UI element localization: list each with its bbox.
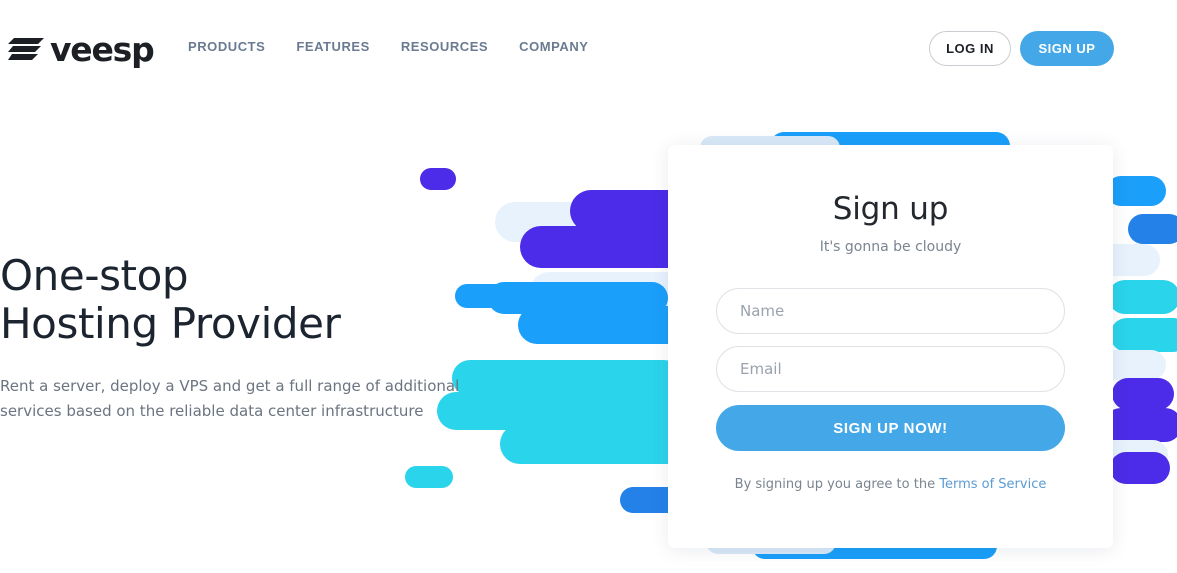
cloud-pill-shape	[1104, 408, 1177, 442]
cloud-pill-shape	[420, 168, 456, 190]
name-input[interactable]	[716, 288, 1065, 334]
site-logo[interactable]: veesp	[8, 29, 155, 69]
cloud-pill-shape	[405, 466, 453, 488]
sign-up-button[interactable]: SIGN UP	[1020, 31, 1114, 66]
cloud-pill-shape	[1108, 280, 1177, 314]
email-input[interactable]	[716, 346, 1065, 392]
cloud-pill-shape	[1128, 214, 1177, 244]
terms-of-service-link[interactable]: Terms of Service	[939, 477, 1046, 492]
nav-item-company[interactable]: COMPANY	[519, 39, 588, 54]
nav-item-products[interactable]: PRODUCTS	[188, 39, 265, 54]
terms-prefix-text: By signing up you agree to the	[734, 477, 940, 492]
log-in-button[interactable]: LOG IN	[929, 31, 1011, 66]
header-actions: LOG IN SIGN UP	[929, 31, 1114, 66]
terms-notice: By signing up you agree to the Terms of …	[716, 477, 1065, 492]
sign-up-card: Sign up It's gonna be cloudy SIGN UP NOW…	[668, 145, 1113, 548]
cloud-pill-shape	[488, 282, 668, 314]
cloud-pill-shape	[1110, 452, 1170, 484]
hero-subtitle-line-1: Rent a server, deploy a VPS and get a fu…	[0, 377, 460, 395]
site-header: veesp PRODUCTS FEATURES RESOURCES COMPAN…	[0, 0, 1177, 96]
cloud-pill-shape	[437, 392, 677, 430]
sign-up-now-button[interactable]: SIGN UP NOW!	[716, 405, 1065, 451]
cloud-pill-shape	[1106, 176, 1166, 206]
logo-wordmark: veesp	[50, 29, 155, 69]
hero-title-line-1: One-stop	[0, 251, 189, 300]
card-subtitle: It's gonna be cloudy	[819, 239, 962, 255]
cloud-pill-shape	[452, 360, 682, 396]
hero-subtitle-line-2: services based on the reliable data cent…	[0, 402, 424, 420]
page-root: veesp PRODUCTS FEATURES RESOURCES COMPAN…	[0, 0, 1177, 573]
cloud-pill-shape	[1112, 378, 1174, 410]
nav-item-resources[interactable]: RESOURCES	[401, 39, 488, 54]
hero-title-line-2: Hosting Provider	[0, 299, 341, 348]
hero-subtitle: Rent a server, deploy a VPS and get a fu…	[0, 374, 470, 424]
card-title: Sign up	[832, 191, 949, 227]
stacked-bars-icon	[8, 38, 44, 60]
hero-section: One-stop Hosting Provider Rent a server,…	[0, 252, 470, 424]
nav-item-features[interactable]: FEATURES	[296, 39, 370, 54]
main-navigation: PRODUCTS FEATURES RESOURCES COMPANY	[188, 39, 589, 54]
cloud-pill-shape	[1110, 318, 1177, 352]
